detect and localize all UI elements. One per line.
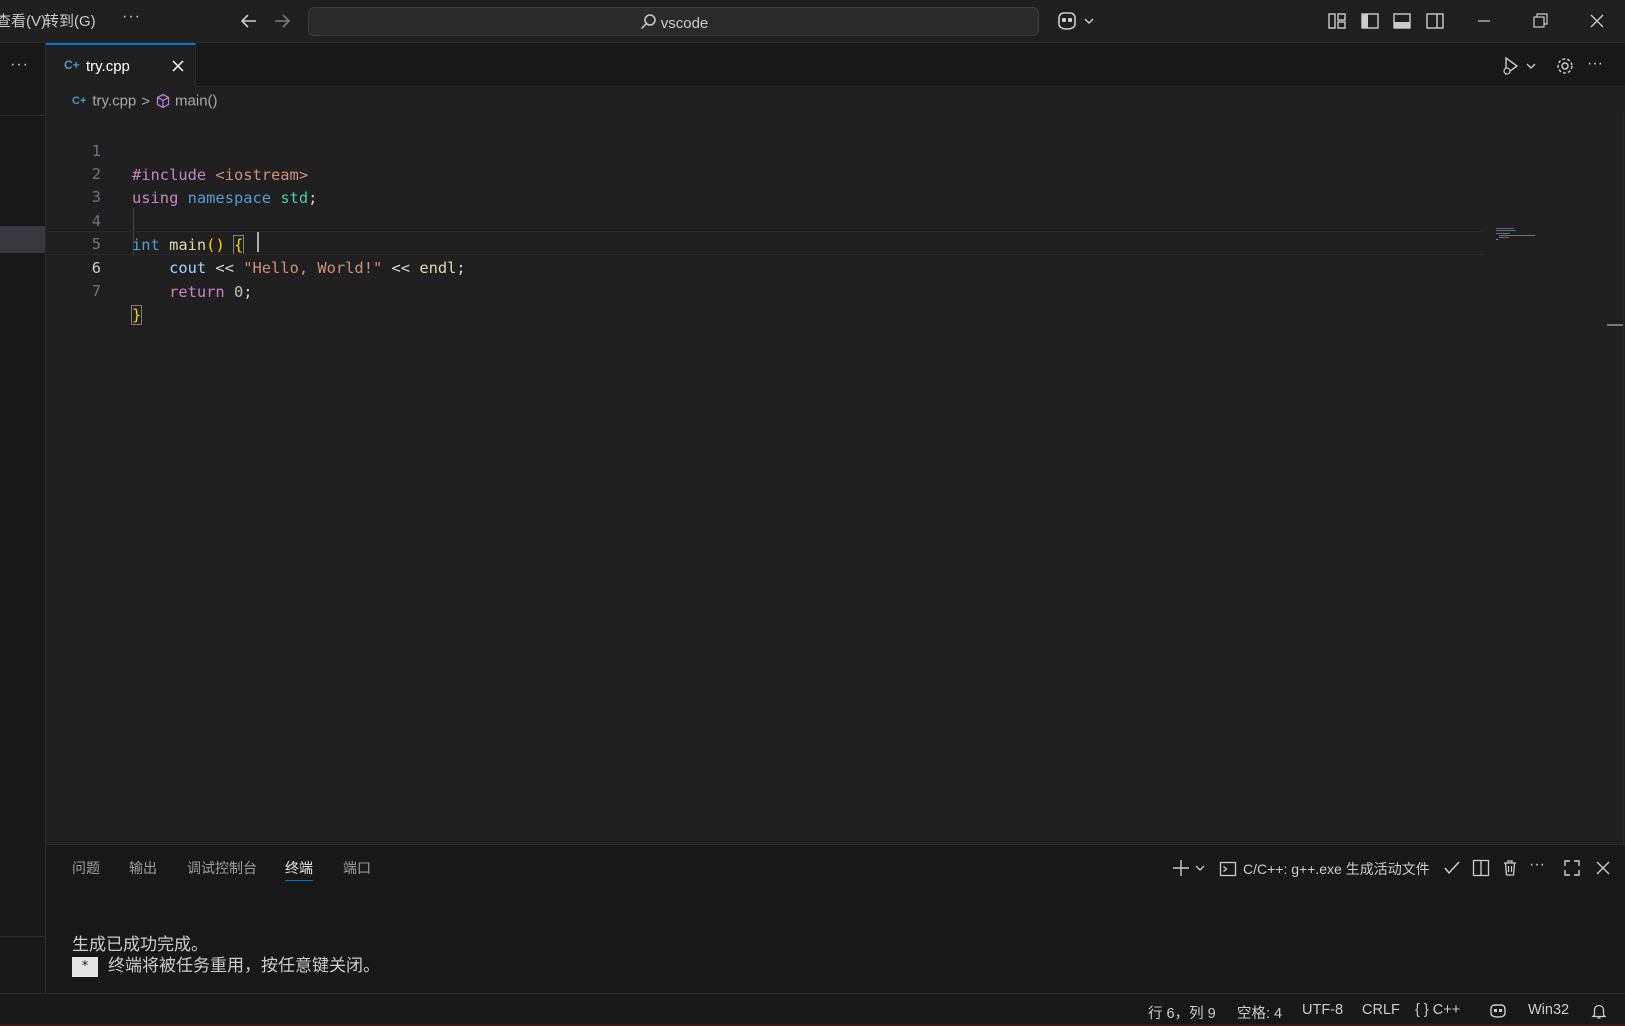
breadcrumb-symbol[interactable]: main(): [175, 93, 218, 110]
status-eol[interactable]: CRLF: [1362, 1002, 1400, 1018]
line-number: 7: [91, 282, 101, 300]
text-cursor: [257, 232, 259, 252]
status-encoding[interactable]: UTF-8: [1302, 1002, 1343, 1018]
editor-tab-bar: C+ try.cpp ···: [46, 43, 1625, 87]
menu-view[interactable]: 查看(V): [0, 10, 46, 31]
more-menu-button[interactable]: ···: [122, 8, 141, 26]
split-terminal-icon[interactable]: [1471, 858, 1491, 878]
code-line: 5 cout << "Hello, World!" << endl;: [46, 208, 1486, 277]
menu-goto[interactable]: 转到(G): [44, 10, 96, 31]
close-icon[interactable]: [170, 58, 186, 74]
status-indentation[interactable]: 空格: 4: [1237, 1002, 1282, 1023]
back-arrow-icon[interactable]: [237, 9, 261, 33]
cpp-file-icon: C+: [64, 58, 80, 72]
tab-output[interactable]: 输出: [129, 858, 157, 878]
tab-problems[interactable]: 问题: [72, 858, 100, 878]
status-platform[interactable]: Win32: [1528, 1002, 1569, 1018]
status-language[interactable]: { } C++: [1415, 1002, 1460, 1018]
code-line: 1 #include <iostream>: [46, 115, 1486, 184]
bottom-panel: 问题 输出 调试控制台 终端 端口 C/C++: g++.exe 生成活动文件 …: [46, 844, 1625, 993]
cpp-file-icon: C+: [72, 95, 87, 108]
tab-debug-console[interactable]: 调试控制台: [187, 858, 257, 878]
tab-label: try.cpp: [86, 58, 130, 75]
minimize-icon[interactable]: [1473, 10, 1495, 32]
copilot-icon[interactable]: [1055, 9, 1099, 33]
search-icon: [639, 14, 661, 32]
code-line-current: 6 return 0;: [46, 231, 1486, 301]
maximize-panel-icon[interactable]: [1562, 858, 1582, 878]
terminal-instance-label[interactable]: C/C++: g++.exe 生成活动文件: [1219, 859, 1430, 879]
terminal-badge: *: [72, 957, 98, 977]
command-center-search[interactable]: vscode: [308, 7, 1039, 36]
breadcrumb-separator: >: [141, 92, 151, 110]
forward-arrow-icon[interactable]: [270, 9, 294, 33]
gear-icon[interactable]: [1554, 55, 1576, 77]
symbol-method-icon: [155, 93, 175, 110]
code-editor[interactable]: 1 #include <iostream> 2 using namespace …: [46, 112, 1625, 844]
more-actions-button[interactable]: ···: [1587, 55, 1609, 77]
panel-more-button[interactable]: ···: [1529, 856, 1549, 876]
check-icon: [1442, 858, 1462, 878]
close-panel-icon[interactable]: [1593, 858, 1613, 878]
status-bar: 行 6，列 9 空格: 4 UTF-8 CRLF { } C++ Win32: [0, 993, 1625, 1026]
toggle-primary-sidebar-icon[interactable]: [1360, 11, 1380, 31]
toggle-secondary-sidebar-icon[interactable]: [1425, 11, 1445, 31]
sidebar-selected-item[interactable]: [0, 226, 45, 253]
breadcrumb: C+ try.cpp > main(): [72, 92, 218, 112]
code-line: 2 using namespace std;: [46, 138, 1486, 207]
divider: [0, 936, 45, 937]
sidebar-more-button[interactable]: ···: [10, 56, 29, 74]
minimap[interactable]: [1496, 228, 1536, 240]
search-label: vscode: [660, 15, 709, 32]
customize-layout-icon[interactable]: [1327, 11, 1347, 31]
restore-icon[interactable]: [1529, 10, 1551, 32]
status-cursor-position[interactable]: 行 6，列 9: [1148, 1002, 1216, 1023]
active-tab-indicator: [285, 880, 313, 881]
terminal-icon: [1219, 861, 1243, 877]
copilot-status-icon[interactable]: [1489, 1002, 1507, 1020]
breadcrumb-file[interactable]: try.cpp: [92, 93, 136, 110]
code-line: 7 }: [46, 255, 1486, 325]
run-debug-icon[interactable]: [1501, 55, 1536, 77]
bell-icon[interactable]: [1590, 1002, 1608, 1020]
braces-icon: { }: [1415, 1002, 1429, 1018]
title-bar: 查看(V) 转到(G) ··· vscode: [0, 0, 1625, 43]
close-window-icon[interactable]: [1586, 10, 1608, 32]
scrollbar-track[interactable]: [1623, 112, 1624, 844]
line-content: }: [130, 305, 143, 325]
toggle-panel-icon[interactable]: [1392, 11, 1412, 31]
tab-terminal[interactable]: 终端: [285, 858, 313, 881]
terminal-output-line: * 终端将被任务重用，按任意键关闭。: [72, 951, 380, 977]
tab-try-cpp[interactable]: C+ try.cpp: [46, 43, 196, 87]
code-line: 4 int main() {: [46, 185, 1486, 255]
new-terminal-icon[interactable]: [1172, 858, 1212, 878]
code-line: 3: [46, 161, 1486, 206]
tab-ports[interactable]: 端口: [343, 858, 371, 878]
sidebar-strip: ···: [0, 43, 46, 993]
scrollbar-cursor-marker: [1607, 324, 1623, 326]
line-content: return 0;: [169, 283, 253, 301]
trash-icon[interactable]: [1500, 858, 1520, 878]
divider: [0, 115, 45, 116]
